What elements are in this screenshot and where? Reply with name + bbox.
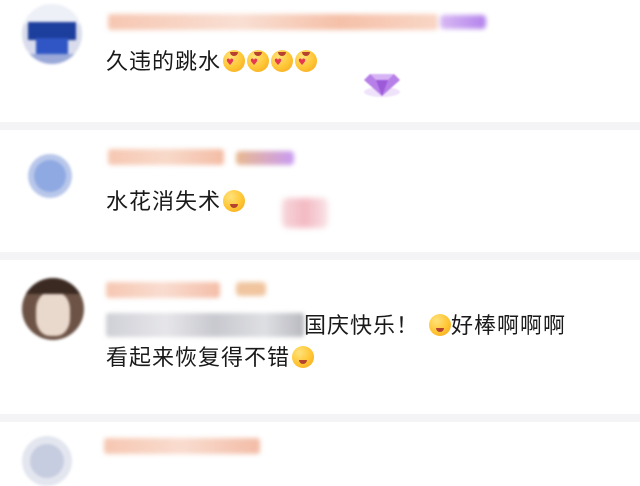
avatar[interactable]	[22, 436, 72, 486]
user-badge-redacted	[236, 151, 294, 165]
comment-text-content: 看起来恢复得不错	[106, 346, 291, 371]
laughing-emoji-icon	[223, 190, 246, 212]
user-badge-redacted	[440, 15, 486, 29]
comment-text: 水花消失术	[106, 188, 246, 218]
heart-eyes-icon	[271, 50, 294, 74]
comment-text-line-2: 看起来恢复得不错	[106, 344, 315, 374]
divider	[0, 414, 640, 422]
sticker-redacted	[282, 198, 328, 228]
avatar[interactable]	[22, 4, 82, 64]
comment-item: 久违的跳水	[0, 0, 640, 97]
kissing-emoji-icon	[429, 314, 452, 336]
divider	[0, 252, 640, 260]
comment-text: 久违的跳水	[106, 48, 318, 78]
comment-item: 水花消失术	[0, 130, 640, 254]
comment-item	[0, 422, 640, 486]
username-redacted[interactable]	[104, 438, 260, 454]
divider	[0, 122, 640, 130]
avatar[interactable]	[28, 154, 72, 198]
heart-eyes-icon	[295, 50, 318, 74]
heart-eyes-icon	[223, 50, 246, 74]
comment-text-suffix: 好棒啊啊啊	[451, 314, 567, 339]
heart-eyes-icon	[247, 50, 270, 74]
comment-feed: 久违的跳水 水花消失术 国庆快乐！ 好棒啊啊啊	[0, 0, 640, 486]
comment-text-line-1: 国庆快乐！ 好棒啊啊啊	[106, 312, 566, 342]
comment-item: 国庆快乐！ 好棒啊啊啊 看起来恢复得不错	[0, 260, 640, 410]
avatar[interactable]	[22, 278, 84, 340]
redacted-text	[106, 313, 304, 337]
purple-gem-icon	[364, 74, 400, 97]
username-redacted[interactable]	[108, 149, 224, 165]
username-redacted[interactable]	[108, 14, 438, 30]
username-redacted[interactable]	[106, 282, 220, 298]
user-badge-redacted	[236, 282, 266, 296]
comment-text-content: 久违的跳水	[106, 50, 222, 75]
pleading-emoji-icon	[292, 346, 315, 368]
comment-text-content: 水花消失术	[106, 190, 222, 215]
comment-text-content: 国庆快乐！	[304, 314, 420, 339]
